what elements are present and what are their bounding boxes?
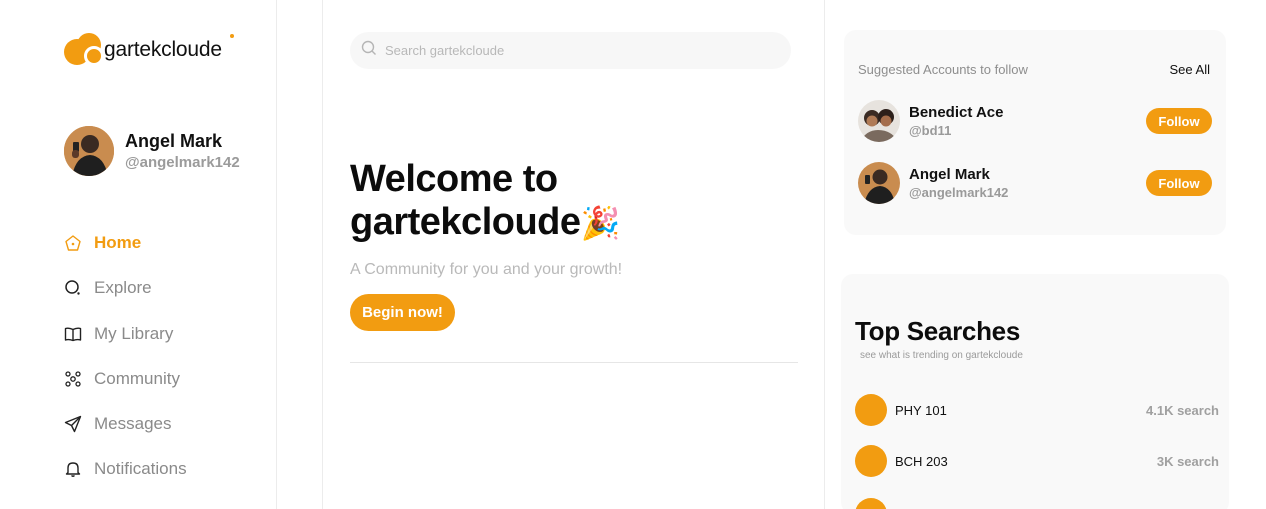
follow-button[interactable]: Follow (1146, 108, 1212, 134)
account-name: Benedict Ace (909, 104, 1004, 121)
welcome-line-1: Welcome to (350, 158, 558, 200)
begin-now-button[interactable]: Begin now! (350, 294, 455, 331)
account-name: Angel Mark (909, 166, 990, 183)
divider (350, 362, 798, 363)
nav-item-my-library[interactable]: My Library (64, 323, 187, 345)
main-nav: Home Explore My Library Community Messag… (64, 232, 187, 504)
top-searches-card: Top Searches see what is trending on gar… (841, 274, 1229, 509)
explore-icon (64, 279, 82, 297)
bell-icon (64, 460, 82, 478)
trend-icon (855, 445, 887, 477)
nav-item-community[interactable]: Community (64, 368, 187, 390)
account-handle: @angelmark142 (909, 185, 1009, 200)
top-searches-subtitle: see what is trending on gartekcloude (860, 350, 1023, 361)
nav-label-notifications: Notifications (94, 459, 187, 479)
nav-label-home: Home (94, 233, 142, 252)
search-input[interactable] (385, 43, 765, 58)
trend-icon (855, 394, 887, 426)
trend-name: BCH 203 (895, 453, 948, 469)
book-icon (64, 325, 82, 343)
account-row[interactable]: Angel Mark @angelmark142 Follow (858, 162, 1212, 204)
top-searches-title: Top Searches (855, 316, 1020, 346)
user-profile[interactable]: Angel Mark @angelmark142 (64, 126, 240, 176)
search-trend-item[interactable]: PHY 101 4.1K search (855, 394, 1219, 426)
brand-logo[interactable]: gartekcloude (64, 33, 234, 67)
search-trend-item[interactable] (855, 498, 1219, 509)
avatar[interactable] (64, 126, 114, 176)
search-bar[interactable] (350, 32, 791, 69)
party-popper-icon: 🎉 (580, 205, 621, 241)
trend-count: 3K search (1156, 453, 1219, 469)
trend-count: 4.1K search (1146, 402, 1219, 418)
nav-item-explore[interactable]: Explore (64, 277, 187, 299)
suggested-heading: Suggested Accounts to follow (858, 62, 1028, 77)
cloud-logo-icon (64, 33, 104, 67)
welcome-heading: Welcome to gartekcloude🎉 (350, 158, 620, 245)
nav-label-my-library: My Library (94, 323, 174, 343)
profile-name: Angel Mark (125, 131, 223, 151)
account-row[interactable]: Benedict Ace @bd11 Follow (858, 100, 1212, 142)
nav-item-home[interactable]: Home (64, 232, 187, 254)
sidebar: gartekcloude Angel Mark @angelmark142 Ho… (0, 0, 277, 509)
search-trend-item[interactable]: BCH 203 3K search (855, 445, 1219, 477)
avatar[interactable] (858, 162, 900, 204)
see-all-link[interactable]: See All (1170, 62, 1210, 77)
welcome-subtitle: A Community for you and your growth! (350, 261, 623, 278)
account-text: Angel Mark @angelmark142 (909, 166, 1008, 200)
send-icon (64, 415, 82, 433)
account-handle: @bd11 (909, 123, 952, 138)
brand-name: gartekcloude (104, 38, 222, 61)
nav-item-notifications[interactable]: Notifications (64, 458, 187, 480)
brand-dot (229, 34, 234, 38)
nav-item-messages[interactable]: Messages (64, 413, 187, 435)
follow-button[interactable]: Follow (1146, 170, 1212, 196)
home-icon (64, 234, 82, 252)
search-icon (361, 40, 377, 61)
avatar[interactable] (858, 100, 900, 142)
profile-text: Angel Mark @angelmark142 (125, 131, 240, 171)
welcome-line-2: gartekcloude (350, 201, 581, 243)
nav-label-messages: Messages (94, 414, 172, 434)
main-feed: Welcome to gartekcloude🎉 A Community for… (322, 0, 825, 509)
nav-label-explore: Explore (94, 278, 152, 298)
suggested-accounts-card: Suggested Accounts to follow See All Ben… (844, 30, 1226, 235)
trend-name: PHY 101 (895, 402, 947, 418)
nav-label-community: Community (94, 368, 180, 388)
account-text: Benedict Ace @bd11 (909, 104, 1003, 138)
community-icon (64, 370, 82, 388)
trend-icon (855, 498, 887, 509)
profile-handle: @angelmark142 (125, 154, 240, 171)
